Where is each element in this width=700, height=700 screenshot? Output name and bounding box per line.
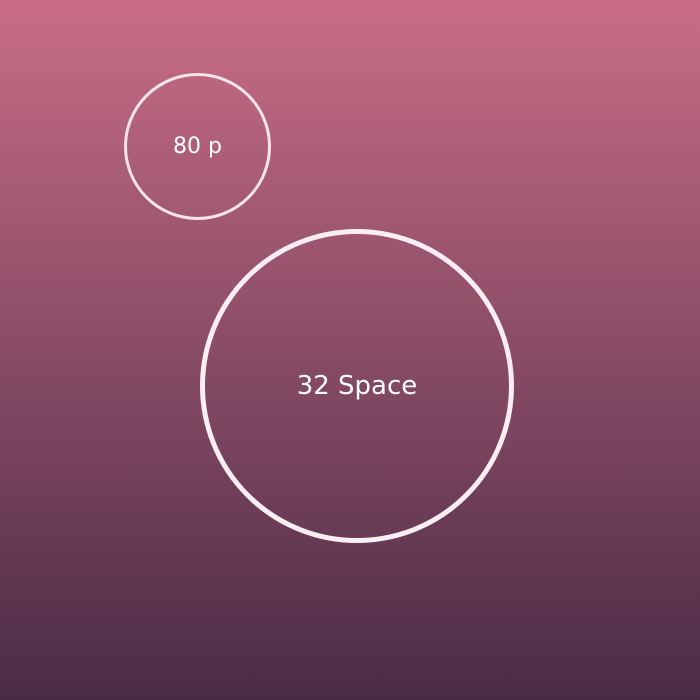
bubble-32-space[interactable]: 32 Space [200,229,514,543]
bubble-80-p[interactable]: 80 p [124,73,271,220]
bubble-label: 80 p [173,134,222,159]
bubble-label: 32 Space [296,371,418,401]
